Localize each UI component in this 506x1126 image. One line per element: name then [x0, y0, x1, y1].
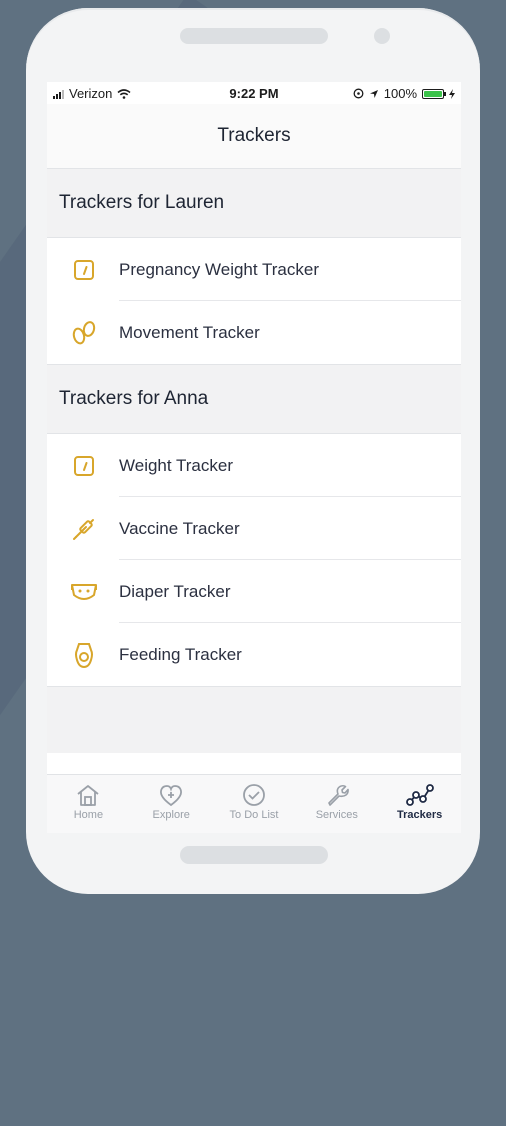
tracker-label: Movement Tracker: [119, 322, 260, 342]
feeding-icon: [69, 640, 99, 670]
tracker-list-lauren: Pregnancy Weight Tracker Movement Tracke…: [47, 238, 461, 364]
home-icon: [77, 785, 99, 806]
nav-bar: Trackers: [47, 104, 461, 169]
tab-label: Home: [73, 809, 104, 821]
syringe-icon: [69, 514, 99, 544]
heart-plus-icon: [160, 785, 183, 807]
phone-speaker: [180, 28, 328, 44]
check-circle-icon: [243, 784, 265, 806]
tracker-row-feeding[interactable]: Feeding Tracker: [47, 623, 461, 686]
tracker-label: Pregnancy Weight Tracker: [119, 259, 319, 279]
section-header-lauren: Trackers for Lauren: [47, 169, 461, 238]
location-arrow-icon: [369, 89, 378, 98]
wrench-icon: [327, 784, 349, 806]
tab-label: Explore: [152, 809, 190, 821]
tracker-row-diaper[interactable]: Diaper Tracker: [47, 560, 461, 623]
section-title: Trackers for Lauren: [59, 192, 225, 213]
tracker-row-pregnancy-weight[interactable]: Pregnancy Weight Tracker: [47, 238, 461, 301]
phone-camera: [374, 28, 390, 44]
page-title: Trackers: [217, 125, 291, 146]
scale-icon: [69, 255, 99, 285]
tab-services[interactable]: Services: [295, 775, 378, 833]
tab-trackers[interactable]: Trackers: [378, 775, 461, 833]
tab-home[interactable]: Home: [47, 775, 130, 833]
tracker-list-anna: Weight Tracker Vaccine Tracker Diaper Tr…: [47, 434, 461, 686]
diaper-icon: [69, 577, 99, 607]
footprints-icon: [69, 318, 99, 348]
tracker-label: Diaper Tracker: [119, 581, 231, 601]
app-screen: Verizon 9:22 PM 100% Trackers Trackers f…: [47, 82, 461, 833]
tracker-label: Vaccine Tracker: [119, 518, 240, 538]
tracker-row-movement[interactable]: Movement Tracker: [47, 301, 461, 364]
tracker-label: Feeding Tracker: [119, 644, 242, 664]
section-title: Trackers for Anna: [59, 388, 209, 409]
battery-icon: [422, 88, 446, 99]
tab-label: Services: [315, 809, 358, 821]
phone-home-bar: [180, 846, 328, 864]
charging-bolt-icon: [449, 88, 455, 99]
alarm-icon: [353, 88, 364, 99]
tab-to-do-list[interactable]: To Do List: [213, 775, 296, 833]
battery-percent: 100%: [383, 86, 417, 101]
tracker-row-weight[interactable]: Weight Tracker: [47, 434, 461, 497]
scale-icon: [69, 451, 99, 481]
tracker-label: Weight Tracker: [119, 455, 234, 475]
tab-bar: Home Explore To Do List Services Tracker…: [47, 774, 461, 833]
list-footer-space: [47, 686, 461, 753]
tab-explore[interactable]: Explore: [130, 775, 213, 833]
section-header-anna: Trackers for Anna: [47, 364, 461, 434]
tracker-row-vaccine[interactable]: Vaccine Tracker: [47, 497, 461, 560]
graph-nodes-icon: [405, 784, 434, 806]
tab-label: To Do List: [229, 809, 279, 821]
tab-label: Trackers: [396, 809, 443, 821]
phone-frame: Verizon 9:22 PM 100% Trackers Trackers f…: [26, 8, 480, 894]
status-bar: Verizon 9:22 PM 100%: [47, 82, 461, 104]
